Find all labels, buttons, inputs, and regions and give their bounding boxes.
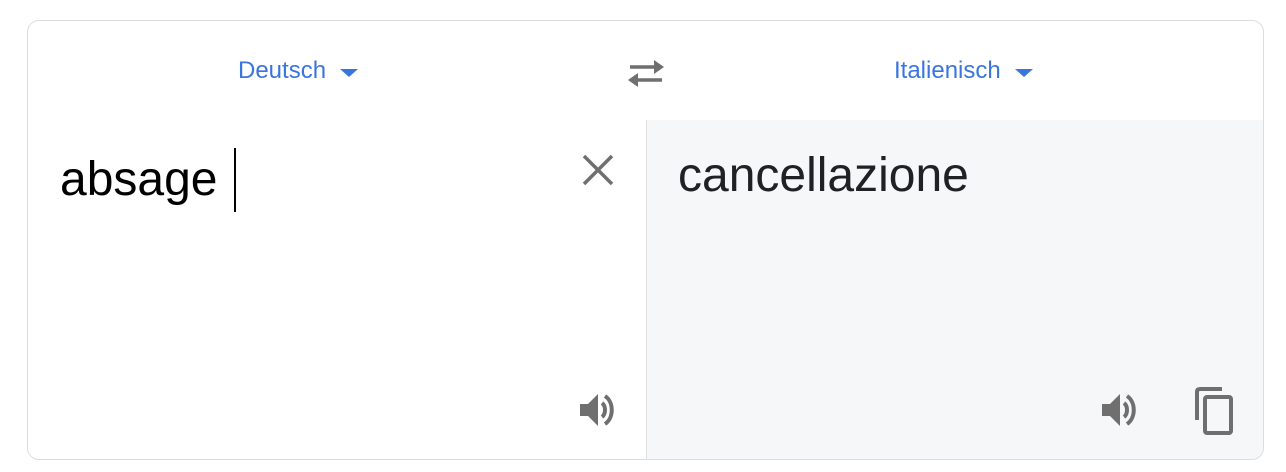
translation-output: cancellazione <box>678 149 969 202</box>
source-input[interactable]: absage <box>60 148 237 212</box>
swap-languages-button[interactable] <box>624 53 668 93</box>
close-icon <box>582 154 614 186</box>
swap-arrows-icon <box>628 60 664 87</box>
clear-source-button[interactable] <box>576 148 620 192</box>
target-listen-button[interactable] <box>1096 386 1144 434</box>
source-language-select[interactable]: Deutsch <box>238 57 359 85</box>
chevron-down-icon <box>1014 68 1033 77</box>
target-panel: cancellazione <box>647 120 1263 459</box>
chevron-down-icon <box>340 68 359 77</box>
translate-card: Deutsch Italienisch absage cancellazione <box>27 20 1264 460</box>
text-cursor <box>234 148 237 212</box>
source-text: absage <box>60 153 218 206</box>
source-listen-button[interactable] <box>574 386 622 434</box>
speaker-icon <box>580 394 614 426</box>
source-panel: absage <box>28 120 646 459</box>
target-language-label: Italienisch <box>894 57 1001 84</box>
target-language-select[interactable]: Italienisch <box>894 57 1033 85</box>
copy-translation-button[interactable] <box>1190 386 1238 438</box>
speaker-icon <box>1102 394 1136 426</box>
language-bar: Deutsch Italienisch <box>28 21 1263 121</box>
source-language-label: Deutsch <box>238 57 327 84</box>
copy-icon <box>1195 387 1233 435</box>
